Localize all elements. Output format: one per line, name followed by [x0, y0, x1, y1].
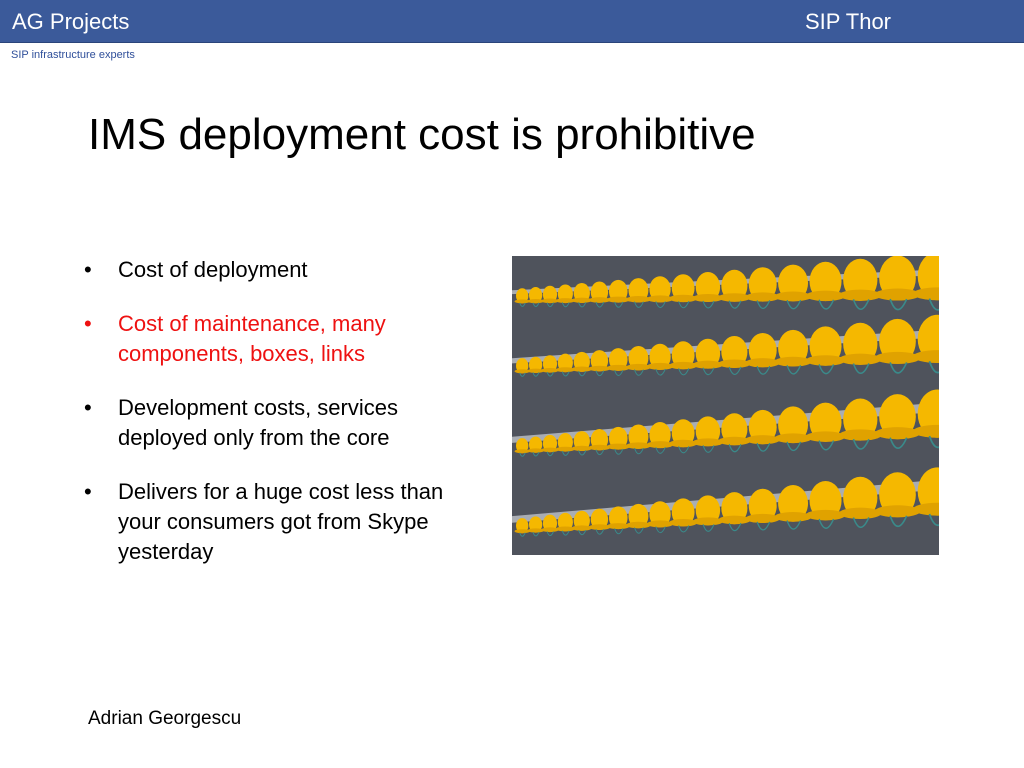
- bullet-item: • Development costs, services deployed o…: [78, 393, 478, 453]
- bullet-item: • Delivers for a huge cost less than you…: [78, 477, 478, 567]
- slide-header: AG Projects SIP Thor: [0, 0, 1024, 43]
- bullet-text: Cost of maintenance, many components, bo…: [118, 311, 386, 366]
- bullet-item: • Cost of deployment: [78, 255, 478, 285]
- bullet-text: Delivers for a huge cost less than your …: [118, 479, 444, 564]
- tagline: SIP infrastructure experts: [11, 49, 135, 61]
- slide-title: IMS deployment cost is prohibitive: [88, 110, 756, 159]
- bullet-dot-icon: •: [84, 479, 92, 504]
- bullet-dot-icon: •: [84, 311, 92, 336]
- bullet-item: • Cost of maintenance, many components, …: [78, 309, 478, 369]
- bullet-dot-icon: •: [84, 395, 92, 420]
- hard-hats-photo: [512, 256, 939, 555]
- product-name: SIP Thor: [805, 9, 892, 34]
- bullet-text: Cost of deployment: [118, 257, 308, 282]
- bullet-list: • Cost of deployment • Cost of maintenan…: [78, 255, 478, 591]
- bullet-text: Development costs, services deployed onl…: [118, 395, 398, 450]
- bullet-dot-icon: •: [84, 257, 92, 282]
- hard-hats-illustration: [512, 256, 939, 555]
- author-name: Adrian Georgescu: [88, 708, 242, 729]
- company-name: AG Projects: [12, 9, 130, 34]
